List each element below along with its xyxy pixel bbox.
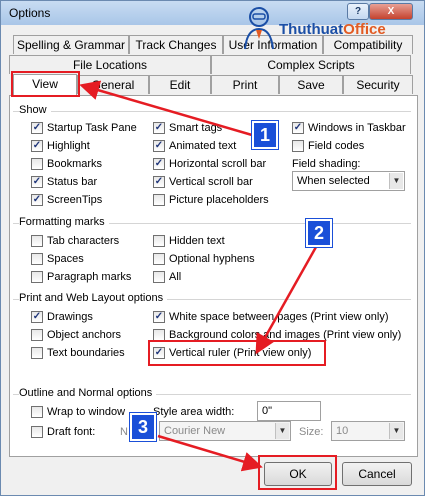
step-badge-2: 2 [306, 219, 332, 247]
tab-print[interactable]: Print [211, 75, 279, 94]
hidden-text-checkbox[interactable]: Hidden text [153, 234, 225, 250]
field-codes-checkbox[interactable]: Field codes [292, 139, 364, 155]
startup-task-pane-checkbox[interactable]: ✓ Startup Task Pane [31, 121, 137, 137]
chevron-down-icon: ▼ [389, 173, 403, 189]
logo-text: ThuthuatOffice [279, 21, 386, 38]
bookmarks-checkbox[interactable]: Bookmarks [31, 157, 102, 173]
options-dialog: Options ? X Spelling & Grammar Track Cha… [0, 0, 425, 496]
formatting-marks-heading: Formatting marks [19, 216, 109, 228]
mascot-icon [244, 7, 274, 50]
show-heading: Show [19, 104, 51, 116]
checkmark-icon: ✓ [153, 139, 165, 152]
vertical-scroll-bar-checkbox[interactable]: ✓ Vertical scroll bar [153, 175, 253, 191]
tab-track-changes[interactable]: Track Changes [129, 35, 223, 54]
formatting-marks-group: Formatting marks [13, 216, 411, 228]
checkmark-icon: ✓ [153, 175, 165, 188]
checkmark-icon: ✓ [153, 121, 165, 134]
white-space-between-pages-checkbox[interactable]: ✓ White space between pages (Print view o… [153, 310, 389, 326]
all-checkbox[interactable]: All [153, 270, 181, 286]
print-web-layout-heading: Print and Web Layout options [19, 292, 168, 304]
print-web-layout-group: Print and Web Layout options [13, 292, 411, 304]
thuthuatoffice-logo: ThuthuatOffice [239, 3, 425, 53]
checkmark-icon: ✓ [31, 175, 43, 188]
windows-in-taskbar-checkbox[interactable]: ✓ Windows in Taskbar [292, 121, 406, 137]
font-name-label: N [120, 426, 128, 438]
style-area-width-label: Style area width: [153, 406, 235, 418]
step-badge-1: 1 [252, 121, 278, 149]
tab-general[interactable]: General [77, 75, 149, 94]
outline-normal-heading: Outline and Normal options [19, 387, 157, 399]
object-anchors-checkbox[interactable]: Object anchors [31, 328, 121, 344]
checkmark-icon: ✓ [153, 157, 165, 170]
show-group: Show [13, 104, 411, 116]
tab-complex-scripts[interactable]: Complex Scripts [211, 55, 411, 74]
checkmark-icon: ✓ [31, 193, 43, 206]
screentips-checkbox[interactable]: ✓ ScreenTips [31, 193, 102, 209]
vertical-ruler-highlight [148, 340, 326, 366]
tab-view[interactable]: View [13, 74, 77, 95]
checkmark-icon: ✓ [31, 139, 43, 152]
font-size-select[interactable]: 10 ▼ [331, 421, 405, 441]
dialog-title: Options [9, 6, 51, 20]
text-boundaries-checkbox[interactable]: Text boundaries [31, 346, 125, 362]
checkmark-icon: ✓ [31, 310, 43, 323]
highlight-checkbox[interactable]: ✓ Highlight [31, 139, 90, 155]
checkmark-icon: ✓ [292, 121, 304, 134]
tab-characters-checkbox[interactable]: Tab characters [31, 234, 119, 250]
smart-tags-checkbox[interactable]: ✓ Smart tags [153, 121, 222, 137]
tab-edit[interactable]: Edit [149, 75, 211, 94]
draft-font-checkbox[interactable]: Draft font: [31, 425, 95, 441]
wrap-to-window-checkbox[interactable]: Wrap to window [31, 405, 125, 421]
horizontal-scroll-bar-checkbox[interactable]: ✓ Horizontal scroll bar [153, 157, 266, 173]
tab-spelling-grammar[interactable]: Spelling & Grammar [13, 35, 129, 54]
drawings-checkbox[interactable]: ✓ Drawings [31, 310, 93, 326]
optional-hyphens-checkbox[interactable]: Optional hyphens [153, 252, 255, 268]
checkmark-icon: ✓ [153, 310, 165, 323]
chevron-down-icon: ▼ [275, 423, 289, 439]
tab-save[interactable]: Save [279, 75, 343, 94]
step-badge-3: 3 [130, 413, 156, 441]
tab-security[interactable]: Security [343, 75, 413, 94]
ok-button-highlight [258, 455, 337, 490]
draft-font-select[interactable]: Courier New ▼ [159, 421, 291, 441]
font-size-label: Size: [299, 426, 324, 438]
cancel-button[interactable]: Cancel [342, 462, 412, 486]
picture-placeholders-checkbox[interactable]: Picture placeholders [153, 193, 269, 209]
paragraph-marks-checkbox[interactable]: Paragraph marks [31, 270, 131, 286]
style-area-width-input[interactable]: 0" [257, 401, 321, 421]
field-shading-select[interactable]: When selected ▼ [292, 171, 405, 191]
outline-normal-group: Outline and Normal options [13, 387, 411, 399]
spaces-checkbox[interactable]: Spaces [31, 252, 84, 268]
chevron-down-icon: ▼ [389, 423, 403, 439]
status-bar-checkbox[interactable]: ✓ Status bar [31, 175, 97, 191]
animated-text-checkbox[interactable]: ✓ Animated text [153, 139, 236, 155]
checkmark-icon: ✓ [31, 121, 43, 134]
